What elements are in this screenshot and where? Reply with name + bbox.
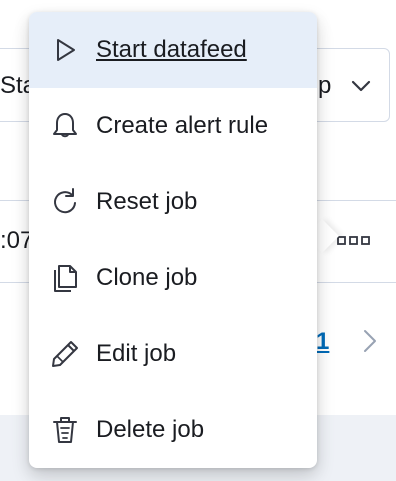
- chevron-right-icon[interactable]: [359, 326, 381, 356]
- create-alert-rule-menu-item[interactable]: Create alert rule: [29, 88, 317, 164]
- play-icon: [49, 34, 81, 66]
- clone-job-menu-item[interactable]: Clone job: [29, 240, 317, 316]
- refresh-icon: [49, 186, 81, 218]
- start-datafeed-menu-item[interactable]: Start datafeed: [29, 12, 317, 88]
- copy-icon: [49, 262, 81, 294]
- menu-item-label: Delete job: [96, 416, 205, 443]
- chevron-down-icon[interactable]: [348, 73, 374, 99]
- trash-icon: [49, 414, 81, 446]
- menu-item-label: Edit job: [96, 340, 177, 367]
- reset-job-menu-item[interactable]: Reset job: [29, 164, 317, 240]
- menu-item-label: Clone job: [96, 264, 198, 291]
- menu-item-label: Create alert rule: [96, 112, 269, 139]
- delete-job-menu-item[interactable]: Delete job: [29, 392, 317, 468]
- edit-job-menu-item[interactable]: Edit job: [29, 316, 317, 392]
- toolbar-right-label[interactable]: p: [318, 72, 331, 100]
- pagination-page-link[interactable]: 1: [316, 328, 329, 356]
- actions-context-menu: Start datafeed Create alert rule Reset j…: [29, 12, 317, 468]
- pencil-icon: [49, 338, 81, 370]
- menu-item-label: Start datafeed: [96, 36, 247, 63]
- menu-item-label: Reset job: [96, 188, 198, 215]
- row-actions-icon[interactable]: [336, 231, 372, 251]
- bell-icon: [49, 110, 81, 142]
